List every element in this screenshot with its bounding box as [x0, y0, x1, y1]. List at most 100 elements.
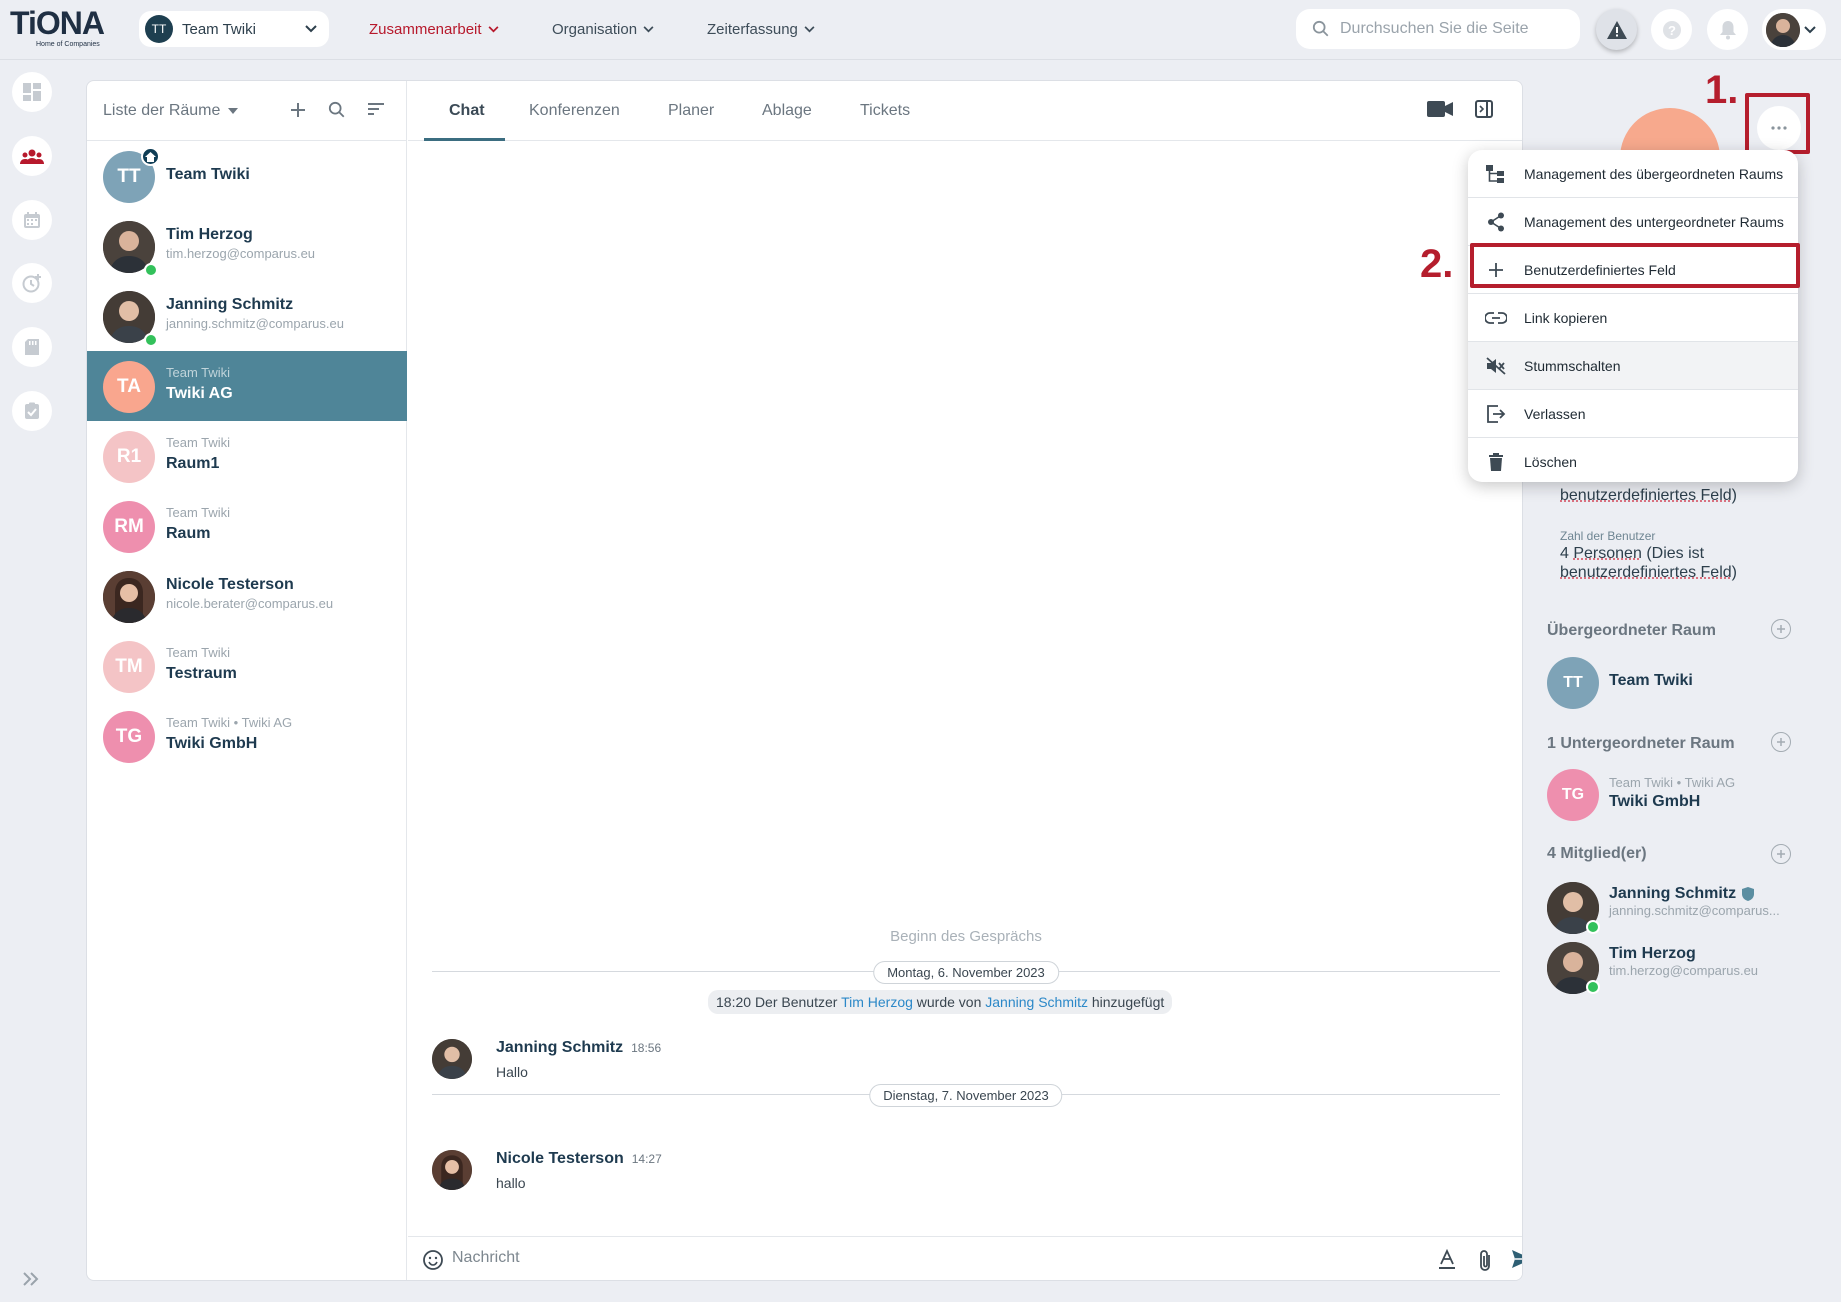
add-child-button[interactable] — [1771, 732, 1791, 752]
tasks-nav[interactable] — [12, 391, 52, 431]
tab-tickets[interactable]: Tickets — [860, 102, 910, 120]
parent-room-name[interactable]: Team Twiki — [1609, 672, 1693, 690]
room-item-team-twiki[interactable]: TT Team Twiki — [87, 141, 407, 211]
menu-item-label: Löschen — [1524, 454, 1577, 470]
room-name: Twiki AG — [166, 385, 233, 402]
room-item-raum1[interactable]: R1 Team Twiki Raum1 — [87, 421, 407, 491]
chevron-down-icon — [305, 25, 317, 33]
files-nav[interactable] — [12, 327, 52, 367]
room-list-dropdown[interactable]: Liste der Räume — [103, 102, 239, 120]
member-name[interactable]: Janning Schmitz — [1609, 885, 1755, 903]
team-avatar: TT — [145, 15, 173, 43]
room-item-nicole-testerson[interactable]: Nicole Testerson nicole.berater@comparus… — [87, 561, 407, 631]
author-name: Janning Schmitz — [496, 1039, 624, 1056]
search-icon[interactable] — [328, 101, 346, 119]
custom-field-2-value: 4 Personen (Dies ist benutzerdefiniertes … — [1560, 544, 1790, 582]
room-name: Janning Schmitz — [166, 296, 294, 313]
toggle-panel-icon[interactable] — [1475, 100, 1493, 118]
expand-sidebar-button[interactable] — [22, 1271, 40, 1292]
time-tracking-nav[interactable] — [12, 263, 52, 303]
add-member-button[interactable] — [1771, 844, 1791, 864]
member-email: tim.herzog@comparus.eu — [1609, 963, 1759, 978]
plus-icon — [1777, 850, 1785, 858]
menu-item-manage-parent[interactable]: Management des übergeordneten Raums — [1468, 150, 1798, 198]
system-message: 18:20 Der Benutzer Tim Herzog wurde von … — [708, 990, 1173, 1014]
emoji-icon[interactable] — [422, 1249, 444, 1271]
message-avatar[interactable] — [432, 1150, 472, 1190]
room-avatar: RM — [103, 501, 155, 553]
folder-icon — [25, 339, 39, 355]
system-text: hinzugefügt — [1091, 994, 1165, 1010]
tiona-logo[interactable]: TiONA Home of Companies — [10, 6, 105, 48]
date-chip: Montag, 6. November 2023 — [873, 961, 1059, 984]
system-time: 18:20 — [716, 994, 752, 1010]
nav-zusammenarbeit[interactable]: Zusammenarbeit — [369, 21, 499, 38]
team-icon — [20, 149, 44, 164]
search-icon — [1312, 20, 1329, 37]
warning-button[interactable] — [1596, 9, 1637, 50]
room-item-twiki-ag[interactable]: TA Team Twiki Twiki AG — [87, 351, 407, 421]
svg-text:?: ? — [1668, 23, 1676, 38]
menu-item-copy-link[interactable]: Link kopieren — [1468, 294, 1798, 342]
menu-item-delete[interactable]: Löschen — [1468, 438, 1798, 482]
team-nav[interactable] — [12, 136, 52, 176]
room-avatar: TG — [103, 711, 155, 763]
member-name[interactable]: Tim Herzog — [1609, 945, 1696, 963]
search-input[interactable] — [1340, 20, 1560, 38]
tab-konferenzen[interactable]: Konferenzen — [529, 102, 620, 120]
video-call-icon[interactable] — [1427, 100, 1453, 118]
add-room-icon[interactable] — [289, 101, 307, 119]
child-room-avatar[interactable]: TG — [1547, 769, 1599, 821]
parent-room-avatar[interactable]: TT — [1547, 657, 1599, 709]
nav-organisation[interactable]: Organisation — [552, 21, 654, 38]
tab-ablage[interactable]: Ablage — [762, 102, 812, 120]
custom-field-1-value: benutzerdefiniertes Feld) — [1560, 486, 1790, 505]
room-options-menu: Management des übergeordneten Raums Mana… — [1468, 150, 1798, 482]
room-item-raum[interactable]: RM Team Twiki Raum — [87, 491, 407, 561]
message-author: Nicole Testerson 14:27 — [496, 1150, 662, 1168]
tab-chat[interactable]: Chat — [449, 102, 485, 120]
room-item-janning-schmitz[interactable]: Janning Schmitz janning.schmitz@comparus… — [87, 281, 407, 351]
text-format-icon[interactable] — [1438, 1249, 1456, 1271]
room-parent: Team Twiki • Twiki AG — [166, 715, 293, 730]
hierarchy-icon — [1468, 164, 1524, 183]
help-button[interactable]: ? — [1651, 9, 1692, 50]
room-item-tim-herzog[interactable]: Tim Herzog tim.herzog@comparus.eu — [87, 211, 407, 281]
tab-planer[interactable]: Planer — [668, 102, 714, 120]
notifications-button[interactable] — [1707, 9, 1748, 50]
menu-item-leave[interactable]: Verlassen — [1468, 390, 1798, 438]
dashboard-nav[interactable] — [12, 72, 52, 112]
sort-icon[interactable] — [367, 101, 385, 117]
menu-item-mute[interactable]: Stummschalten — [1468, 342, 1798, 390]
nav-zeiterfassung[interactable]: Zeiterfassung — [707, 21, 815, 38]
top-bar: TiONA Home of Companies TT Team Twiki Zu… — [0, 0, 1841, 60]
menu-item-manage-child[interactable]: Management des untergeordneter Raums — [1468, 198, 1798, 246]
message-avatar[interactable] — [432, 1039, 472, 1079]
page-search[interactable] — [1296, 9, 1580, 49]
child-room-name[interactable]: Twiki GmbH — [1609, 793, 1700, 811]
attachment-icon[interactable] — [1477, 1249, 1493, 1273]
room-name: Testraum — [166, 665, 237, 682]
user-link[interactable]: Janning Schmitz — [985, 994, 1088, 1010]
message-input[interactable] — [452, 1249, 1352, 1267]
tasks-icon — [25, 402, 39, 419]
help-icon: ? — [1662, 20, 1681, 39]
team-selector[interactable]: TT Team Twiki — [139, 11, 329, 47]
online-indicator — [1586, 980, 1600, 994]
calendar-nav[interactable] — [12, 200, 52, 240]
room-list-header: Liste der Räume — [87, 81, 407, 141]
user-link[interactable]: Tim Herzog — [841, 994, 913, 1010]
room-tabs: Chat Konferenzen Planer Ablage Tickets — [408, 81, 1522, 141]
user-menu[interactable] — [1762, 9, 1826, 50]
send-icon[interactable] — [1511, 1249, 1523, 1269]
room-item-testraum[interactable]: TM Team Twiki Testraum — [87, 631, 407, 701]
field-text: (Dies ist — [1646, 545, 1705, 562]
highlight-box-step1 — [1745, 93, 1810, 154]
room-item-twiki-gmbh[interactable]: TG Team Twiki • Twiki AG Twiki GmbH — [87, 701, 407, 771]
add-parent-button[interactable] — [1771, 619, 1791, 639]
message-text: Hallo — [496, 1064, 528, 1080]
mute-icon — [1468, 356, 1524, 375]
message-composer — [408, 1236, 1523, 1280]
conversation-start-label: Beginn des Gesprächs — [890, 928, 1042, 945]
room-email: nicole.berater@comparus.eu — [166, 596, 334, 611]
